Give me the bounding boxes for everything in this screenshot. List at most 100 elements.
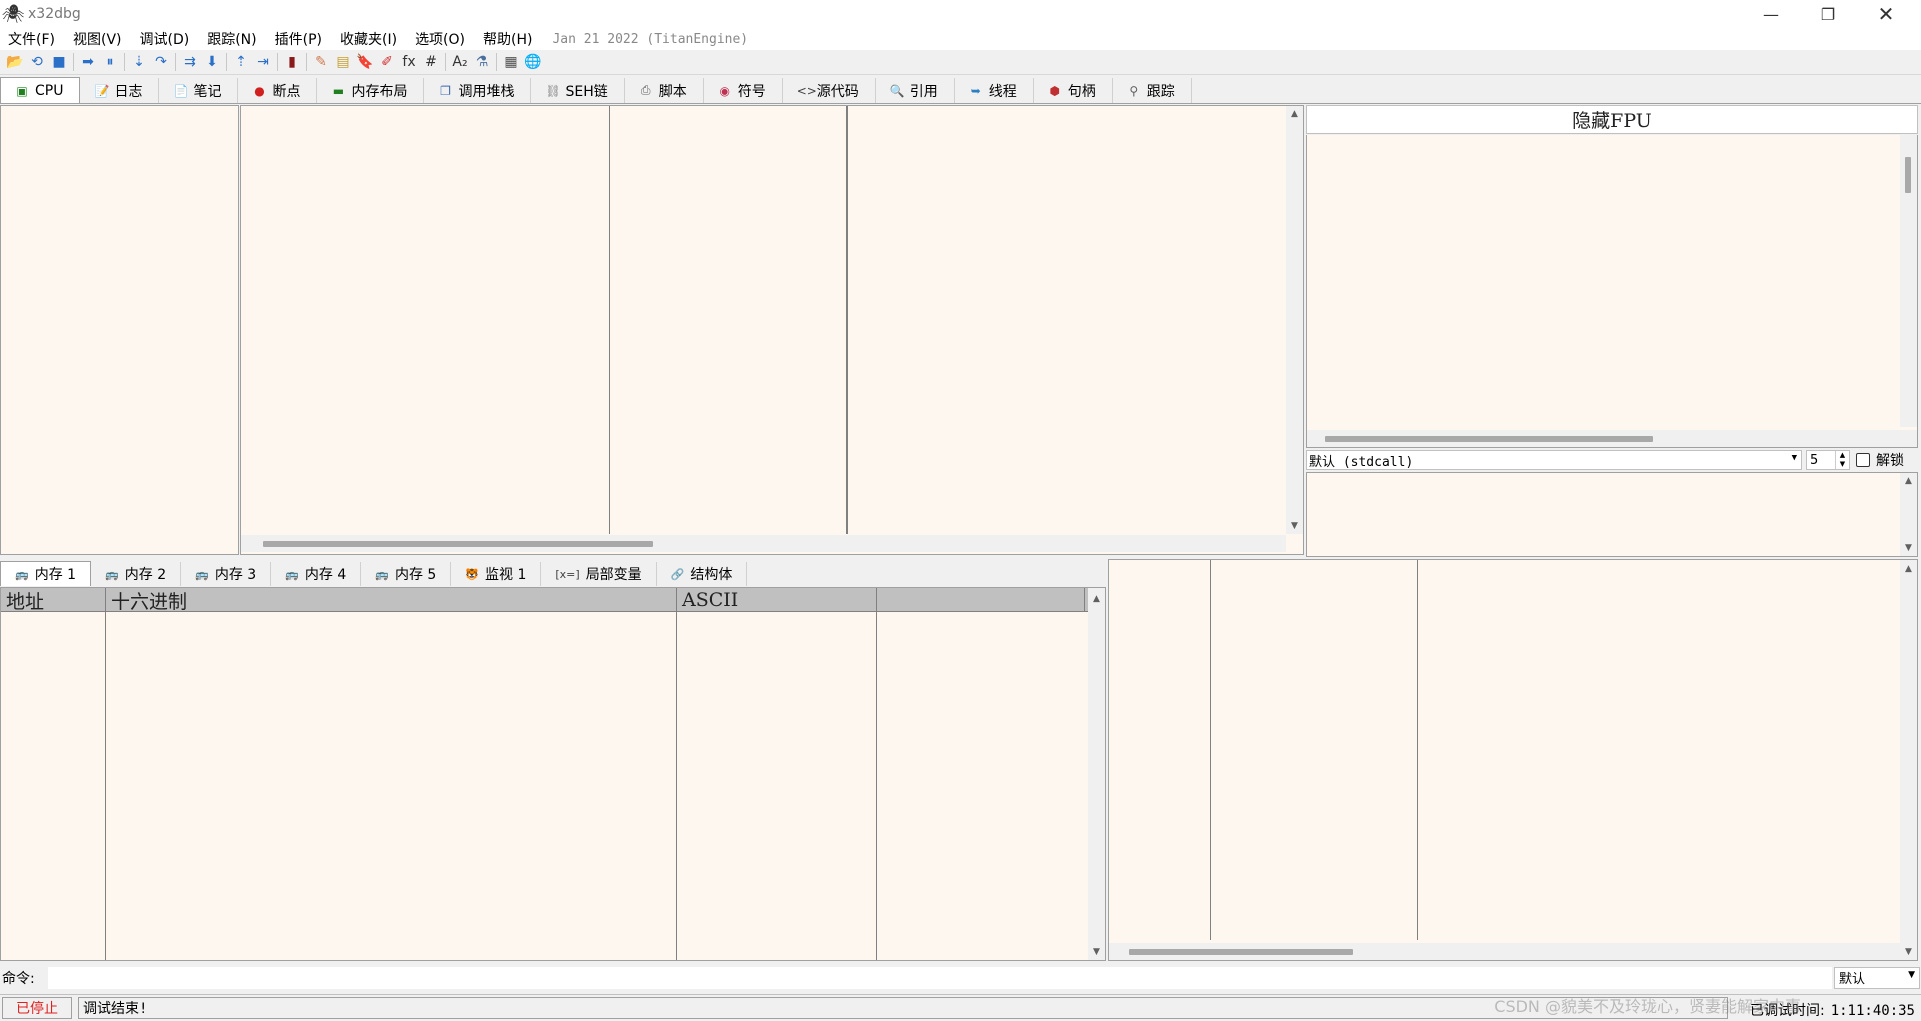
dump-tab[interactable]: 🚌 内存 1 bbox=[0, 561, 92, 586]
horizontal-scrollbar[interactable] bbox=[1307, 430, 1917, 447]
tab-label: 内存 1 bbox=[34, 567, 77, 583]
run-icon[interactable]: ➡ bbox=[77, 51, 99, 73]
function-highlight-icon[interactable]: ✐ bbox=[376, 51, 398, 73]
menu-options[interactable]: 选项(O) bbox=[407, 29, 475, 49]
tab-breakpoint[interactable]: ● 断点 bbox=[238, 78, 318, 103]
scroll-down-icon[interactable]: ▼ bbox=[1286, 521, 1303, 531]
restart-icon[interactable]: ⟲ bbox=[26, 51, 48, 73]
arguments-pane[interactable]: ▲ ▼ bbox=[1306, 472, 1918, 557]
tab-source[interactable]: <> 源代码 bbox=[782, 78, 876, 103]
scroll-thumb[interactable] bbox=[1325, 436, 1653, 442]
menu-debug[interactable]: 调试(D) bbox=[132, 29, 200, 49]
toolbar-separator bbox=[306, 53, 307, 71]
label-icon[interactable]: ▤ bbox=[332, 51, 354, 73]
close-button[interactable]: ✕ bbox=[1856, 0, 1916, 28]
dump-tab[interactable]: 🚌 内存 3 bbox=[181, 562, 272, 586]
command-mode-select[interactable]: 默认 ▼ bbox=[1834, 966, 1920, 989]
dump-pane[interactable]: 地址 十六进制 ASCII ▲ ▼ bbox=[0, 587, 1106, 961]
column-header-address[interactable]: 地址 bbox=[1, 588, 106, 613]
dump-tab[interactable]: 🚌 内存 4 bbox=[271, 562, 362, 586]
scroll-up-icon[interactable]: ▲ bbox=[1286, 109, 1303, 119]
minimize-button[interactable]: — bbox=[1741, 0, 1801, 28]
command-input[interactable] bbox=[48, 966, 1832, 989]
horizontal-scrollbar[interactable] bbox=[241, 535, 1286, 552]
tab-references[interactable]: 🔍 引用 bbox=[875, 78, 955, 103]
menu-favourites[interactable]: 收藏夹(I) bbox=[332, 29, 407, 49]
tab-call-stack[interactable]: ❐ 调用堆栈 bbox=[424, 78, 532, 103]
vertical-scrollbar[interactable]: ▲ ▼ bbox=[1286, 106, 1303, 534]
scroll-thumb[interactable] bbox=[1905, 157, 1911, 193]
unlock-checkbox[interactable] bbox=[1856, 453, 1870, 467]
scroll-down-icon[interactable]: ▼ bbox=[1088, 947, 1105, 957]
tab-memory-map[interactable]: ▬ 内存布局 bbox=[317, 78, 425, 103]
tab-threads[interactable]: ➥ 线程 bbox=[954, 78, 1034, 103]
tab-notes[interactable]: 📄 笔记 bbox=[159, 78, 239, 103]
bookmark-icon[interactable]: 🔖 bbox=[354, 51, 376, 73]
scroll-up-icon[interactable]: ▲ bbox=[1088, 594, 1105, 604]
column-header-ascii[interactable]: ASCII bbox=[677, 588, 877, 612]
strings-icon[interactable]: A₂ bbox=[449, 51, 471, 73]
tab-label: 调用堆栈 bbox=[458, 83, 515, 100]
registers-pane[interactable] bbox=[1306, 135, 1918, 448]
column-header-extra[interactable] bbox=[877, 588, 1085, 612]
dump-tab[interactable]: 🚌 内存 5 bbox=[361, 562, 452, 586]
spin-arrows-icon[interactable]: ▲ ▼ bbox=[1835, 451, 1849, 469]
tab-symbols[interactable]: ◉ 符号 bbox=[703, 78, 783, 103]
tab-cpu[interactable]: ▣ CPU bbox=[0, 77, 81, 103]
menu-help[interactable]: 帮助(H) bbox=[475, 29, 542, 49]
scroll-down-icon[interactable]: ▼ bbox=[1900, 543, 1917, 553]
column-header-hex[interactable]: 十六进制 bbox=[106, 588, 677, 613]
menu-plugins[interactable]: 插件(P) bbox=[267, 29, 332, 49]
step-into-icon[interactable]: ⇣ bbox=[128, 51, 150, 73]
open-icon[interactable]: 📂 bbox=[4, 51, 26, 73]
calculator-icon[interactable]: ▦ bbox=[500, 51, 522, 73]
vertical-scrollbar[interactable] bbox=[1900, 135, 1917, 427]
horizontal-scrollbar[interactable] bbox=[1109, 943, 1900, 960]
tab-script[interactable]: ⎙ 脚本 bbox=[624, 78, 704, 103]
trace-over-icon[interactable]: ⬇ bbox=[201, 51, 223, 73]
vertical-scrollbar[interactable]: ▲ ▼ bbox=[1088, 588, 1105, 960]
tab-log[interactable]: 📝 日志 bbox=[80, 78, 160, 103]
cpu-sidebar-pane[interactable] bbox=[0, 105, 239, 555]
dump-tab[interactable]: 🚌 内存 2 bbox=[91, 562, 182, 586]
comment-icon[interactable]: ✎ bbox=[310, 51, 332, 73]
dump-icon: 🚌 bbox=[15, 567, 29, 581]
menu-file[interactable]: 文件(F) bbox=[0, 29, 65, 49]
arg-count-spinbox[interactable]: 5 ▲ ▼ bbox=[1806, 450, 1850, 470]
call-convention-select[interactable]: 默认 (stdcall) ▼ bbox=[1306, 450, 1802, 470]
pause-icon[interactable]: ⏸ bbox=[99, 51, 121, 73]
tab-seh[interactable]: ⛓ SEH链 bbox=[531, 78, 625, 103]
toolbar-separator bbox=[226, 53, 227, 71]
web-icon[interactable]: 🌐 bbox=[522, 51, 544, 73]
scroll-down-icon[interactable]: ▼ bbox=[1900, 947, 1917, 957]
menu-trace[interactable]: 跟踪(N) bbox=[199, 29, 266, 49]
dump-tab[interactable]: [x=] 局部变量 bbox=[541, 562, 657, 586]
tab-trace[interactable]: ⚲ 跟踪 bbox=[1112, 78, 1192, 103]
execute-till-return-icon[interactable]: ⇡ bbox=[230, 51, 252, 73]
patches-icon[interactable]: ⚗ bbox=[471, 51, 493, 73]
hide-fpu-button[interactable]: 隐藏FPU bbox=[1306, 105, 1918, 134]
vertical-scrollbar[interactable]: ▲ ▼ bbox=[1900, 473, 1917, 556]
scroll-up-icon[interactable]: ▲ bbox=[1900, 476, 1917, 486]
menu-view[interactable]: 视图(V) bbox=[65, 29, 132, 49]
hash-icon[interactable]: # bbox=[420, 51, 442, 73]
disassembly-pane[interactable]: ▲ ▼ bbox=[240, 105, 1304, 555]
vertical-scrollbar[interactable]: ▲ ▼ bbox=[1900, 560, 1917, 960]
call-convention-value: 默认 (stdcall) bbox=[1309, 454, 1414, 470]
stop-icon[interactable]: ■ bbox=[48, 51, 70, 73]
run-to-user-code-icon[interactable]: ⇥ bbox=[252, 51, 274, 73]
tab-handles[interactable]: ⬢ 句柄 bbox=[1033, 78, 1113, 103]
dump-tab[interactable]: 🔗 结构体 bbox=[657, 562, 748, 586]
scylla-icon[interactable]: ▮ bbox=[281, 51, 303, 73]
step-over-icon[interactable]: ↷ bbox=[150, 51, 172, 73]
stack-pane[interactable]: ▲ ▼ bbox=[1108, 559, 1918, 961]
scroll-up-icon[interactable]: ▲ bbox=[1900, 564, 1917, 574]
tab-label: 内存 4 bbox=[304, 567, 347, 583]
dump-tab[interactable]: 🐯 监视 1 bbox=[451, 562, 542, 586]
scroll-thumb[interactable] bbox=[263, 541, 653, 547]
trace-into-icon[interactable]: ⇉ bbox=[179, 51, 201, 73]
toolbar-separator bbox=[73, 53, 74, 71]
function-icon[interactable]: fx bbox=[398, 51, 420, 73]
scroll-thumb[interactable] bbox=[1129, 949, 1353, 955]
restore-button[interactable]: ❐ bbox=[1798, 0, 1858, 28]
